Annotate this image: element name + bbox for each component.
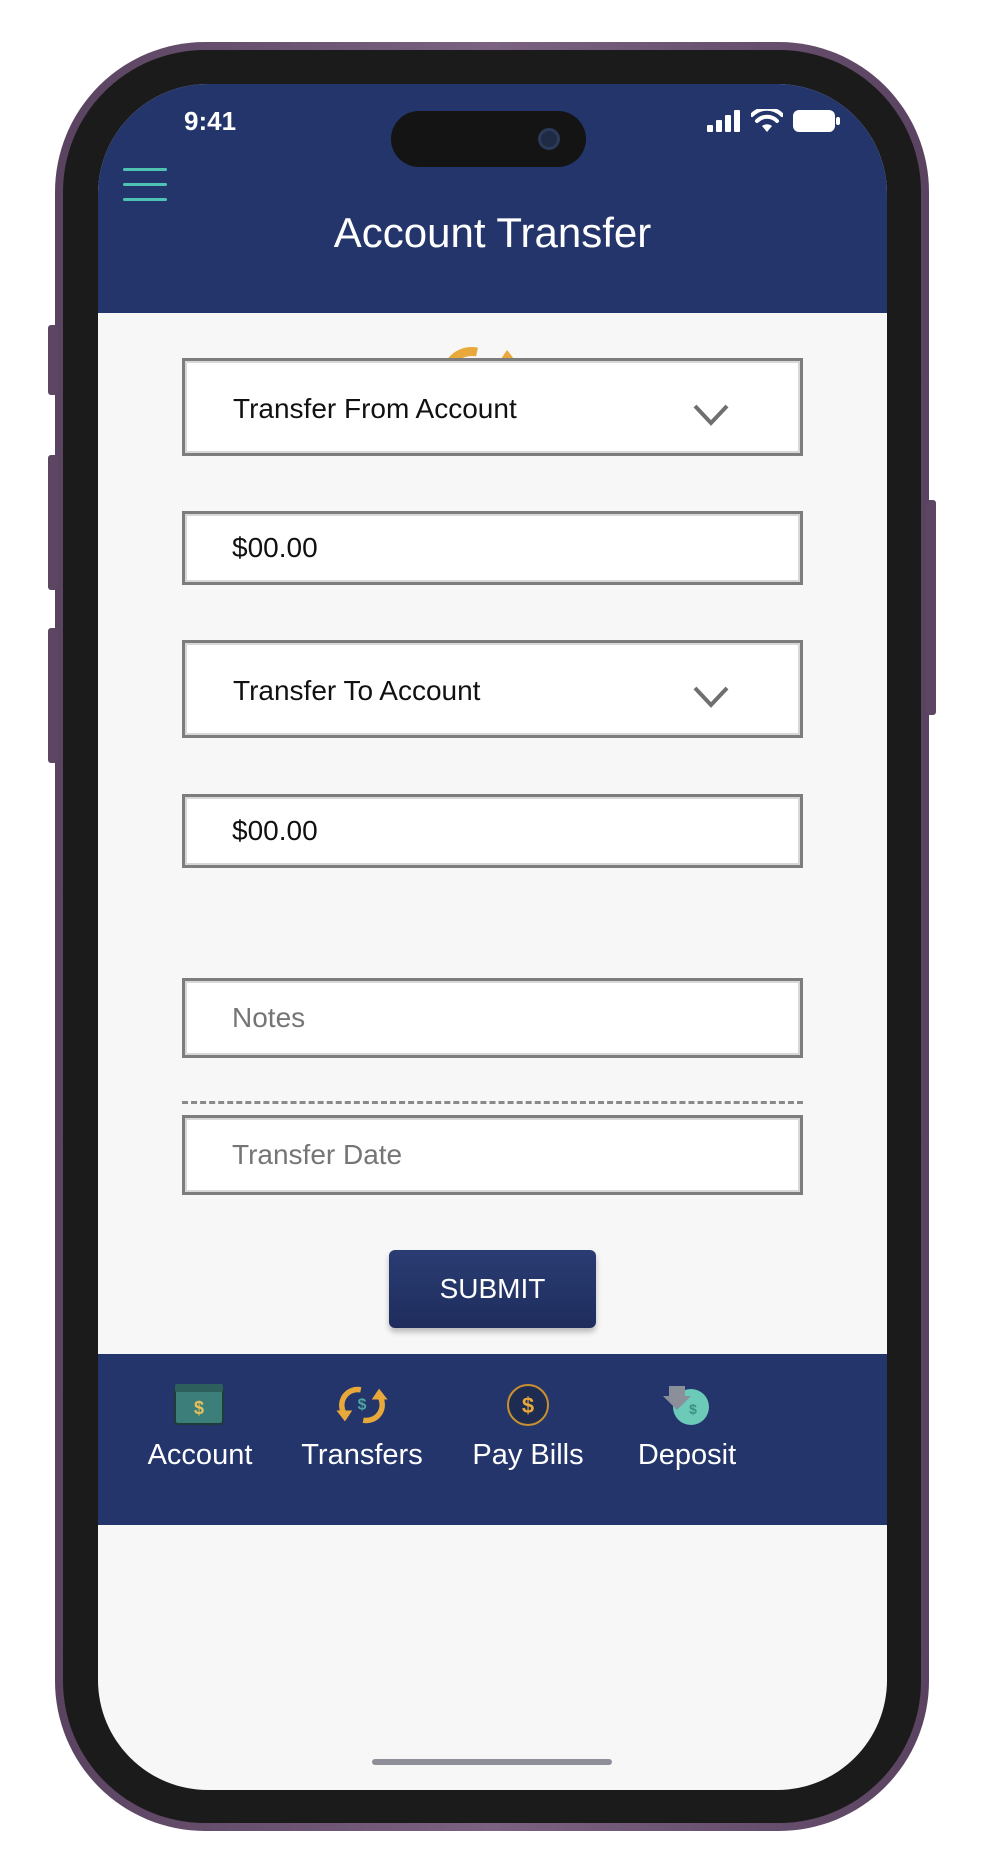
submit-button[interactable]: SUBMIT bbox=[389, 1250, 596, 1328]
transfer-from-amount-input[interactable] bbox=[230, 514, 750, 582]
tab-deposit-label: Deposit bbox=[637, 1439, 737, 1471]
transfer-to-account-label: Transfer To Account bbox=[233, 675, 481, 706]
transfer-from-amount-field[interactable] bbox=[182, 511, 803, 585]
dashed-divider bbox=[182, 1101, 803, 1104]
transfer-to-amount-input[interactable] bbox=[230, 797, 750, 865]
transfer-from-account-select[interactable]: Transfer From Account bbox=[182, 358, 803, 456]
home-indicator[interactable] bbox=[372, 1759, 612, 1765]
app-screen: 9:41 Account Transfer Transfer From Acco… bbox=[98, 84, 887, 1790]
tab-account[interactable]: $ Account bbox=[120, 1374, 280, 1484]
tab-transfers-label: Transfers bbox=[301, 1439, 423, 1471]
svg-text:$: $ bbox=[689, 1401, 697, 1417]
svg-text:$: $ bbox=[522, 1393, 534, 1418]
volume-down-button bbox=[48, 628, 58, 763]
status-time: 9:41 bbox=[184, 106, 237, 136]
deposit-icon: $ bbox=[663, 1386, 709, 1425]
transfer-to-account-select[interactable]: Transfer To Account bbox=[182, 640, 803, 738]
power-button bbox=[926, 500, 936, 715]
tab-account-label: Account bbox=[147, 1439, 253, 1471]
tab-deposit[interactable]: $ Deposit bbox=[607, 1374, 767, 1484]
bottom-tab-bar: $ Account $ Transfers $ Pay Bills $ Depo… bbox=[98, 1354, 887, 1525]
app-header: 9:41 Account Transfer bbox=[98, 84, 887, 313]
dynamic-island bbox=[391, 111, 586, 167]
transfer-from-account-label: Transfer From Account bbox=[233, 393, 517, 424]
action-button bbox=[48, 325, 58, 395]
transfer-icon: $ bbox=[336, 1386, 388, 1424]
chevron-down-icon bbox=[693, 686, 729, 708]
camera-icon bbox=[538, 128, 560, 150]
page-title: Account Transfer bbox=[333, 209, 652, 256]
menu-icon[interactable] bbox=[123, 168, 167, 204]
transfer-date-input[interactable] bbox=[230, 1118, 750, 1192]
notes-field[interactable] bbox=[182, 978, 803, 1058]
transfer-date-field[interactable] bbox=[182, 1115, 803, 1195]
signal-icon bbox=[707, 110, 740, 132]
tab-pay-bills[interactable]: $ Pay Bills bbox=[448, 1374, 608, 1484]
battery-icon bbox=[793, 110, 840, 132]
chevron-down-icon bbox=[693, 404, 729, 426]
tab-pay-bills-label: Pay Bills bbox=[472, 1439, 584, 1471]
transfer-to-amount-field[interactable] bbox=[182, 794, 803, 868]
notes-input[interactable] bbox=[230, 981, 750, 1055]
volume-up-button bbox=[48, 455, 58, 590]
wifi-icon bbox=[751, 109, 783, 132]
svg-text:$: $ bbox=[358, 1396, 367, 1413]
dollar-coin-icon: $ bbox=[507, 1384, 549, 1426]
status-icons bbox=[707, 106, 841, 136]
tab-transfers[interactable]: $ Transfers bbox=[282, 1374, 442, 1484]
svg-text:$: $ bbox=[194, 1398, 204, 1418]
wallet-icon: $ bbox=[174, 1384, 224, 1425]
